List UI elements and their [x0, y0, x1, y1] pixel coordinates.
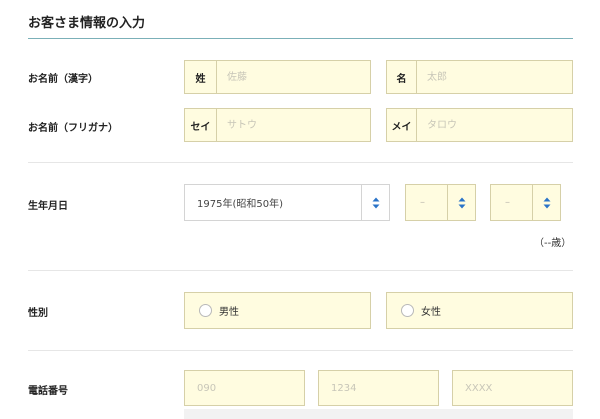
last-name-kana-field[interactable]: セイ [184, 108, 371, 142]
divider [28, 350, 573, 351]
phone-label: 電話番号 [28, 386, 68, 397]
name-kana-label: お名前（フリガナ） [28, 123, 118, 134]
up-down-arrow-icon [543, 197, 550, 208]
last-name-kana-input[interactable] [217, 109, 370, 141]
birth-year-select[interactable]: 1975年(昭和50年) [184, 184, 390, 221]
divider [28, 162, 573, 163]
radio-circle-icon[interactable] [199, 304, 212, 317]
section-title: お客さま情報の入力 [28, 16, 146, 31]
last-name-kana-prefix: セイ [185, 109, 217, 141]
last-name-kanji-input[interactable] [217, 61, 370, 93]
phone-part-2-input[interactable] [318, 370, 439, 406]
gender-option-female-label: 女性 [421, 307, 441, 318]
gender-option-male[interactable]: 男性 [184, 292, 371, 329]
first-name-kanji-prefix: 名 [387, 61, 417, 93]
birth-year-arrows [361, 185, 389, 220]
gender-option-male-label: 男性 [219, 307, 239, 318]
birth-year-value: 1975年(昭和50年) [197, 199, 283, 210]
up-down-arrow-icon [458, 197, 465, 208]
first-name-kanji-input[interactable] [417, 61, 572, 93]
birth-month-select[interactable]: – [405, 184, 476, 221]
birth-day-select[interactable]: – [490, 184, 561, 221]
up-down-arrow-icon [372, 197, 379, 208]
gender-label: 性別 [28, 308, 48, 319]
first-name-kana-input[interactable] [417, 109, 572, 141]
first-name-kana-prefix: メイ [387, 109, 417, 141]
first-name-kana-field[interactable]: メイ [386, 108, 573, 142]
phone-part-3-input[interactable] [452, 370, 573, 406]
birth-month-value: – [420, 197, 425, 208]
birth-month-arrows [447, 185, 475, 220]
next-row-strip [184, 409, 573, 419]
gender-option-female[interactable]: 女性 [386, 292, 573, 329]
birthdate-label: 生年月日 [28, 201, 68, 212]
radio-circle-icon[interactable] [401, 304, 414, 317]
divider [28, 270, 573, 271]
name-kanji-label: お名前（漢字） [28, 74, 98, 85]
last-name-kanji-prefix: 姓 [185, 61, 217, 93]
last-name-kanji-field[interactable]: 姓 [184, 60, 371, 94]
age-display: （--歳） [534, 238, 572, 249]
section-title-rule [28, 38, 573, 39]
first-name-kanji-field[interactable]: 名 [386, 60, 573, 94]
birth-day-value: – [505, 197, 510, 208]
phone-part-1-input[interactable] [184, 370, 305, 406]
birth-day-arrows [532, 185, 560, 220]
